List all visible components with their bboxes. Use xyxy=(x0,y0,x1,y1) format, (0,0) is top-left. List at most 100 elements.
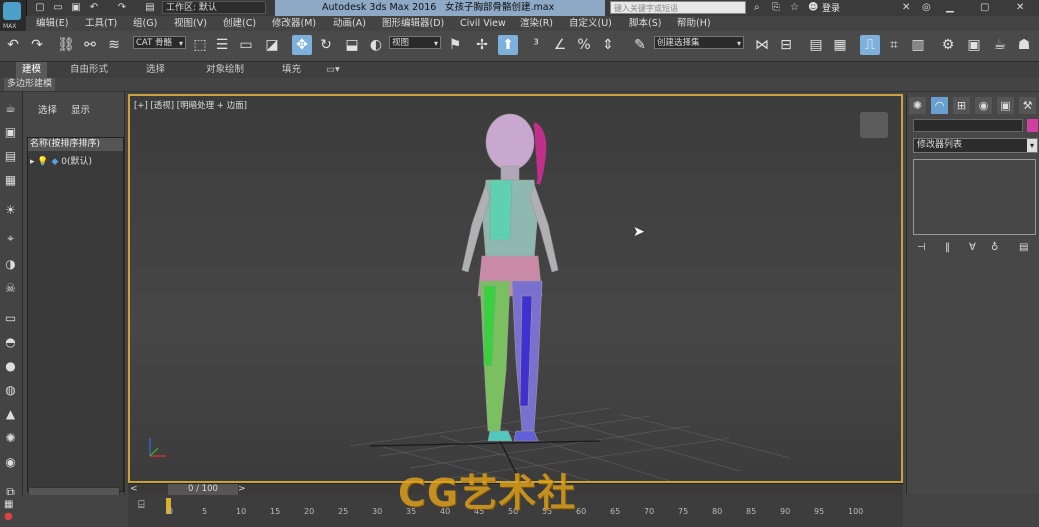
rectangular-selection-icon[interactable]: ▭ xyxy=(236,35,256,55)
select-by-name-icon[interactable]: ☰ xyxy=(212,35,232,55)
tab-selection[interactable]: 选择 xyxy=(140,62,171,78)
show-end-result-icon[interactable]: ‖ xyxy=(945,242,950,253)
disc-icon[interactable]: ◉ xyxy=(2,454,19,471)
ribbon-toggle-icon[interactable]: ▦ xyxy=(830,35,850,55)
record-icon[interactable]: ● xyxy=(4,511,13,522)
hierarchy-panel-icon[interactable]: ⊞ xyxy=(953,97,970,114)
redo-icon[interactable]: ↷ xyxy=(116,2,128,13)
grid-icon[interactable]: ▦ xyxy=(2,172,19,189)
render-production-icon[interactable]: ☕ xyxy=(990,35,1010,55)
helper-icon[interactable]: ◑ xyxy=(2,256,19,273)
pin-stack-icon[interactable]: ⊣ xyxy=(917,242,926,253)
light-icon[interactable]: ☀ xyxy=(2,202,19,219)
select-object-icon[interactable]: ⬚ xyxy=(190,35,210,55)
unlink-icon[interactable]: ⚯ xyxy=(80,35,100,55)
help-icon[interactable]: ◎ xyxy=(922,2,931,13)
box-icon[interactable]: ▭ xyxy=(2,310,19,327)
rendered-frame-window-icon[interactable]: ▣ xyxy=(964,35,984,55)
mirror-icon[interactable]: ⋈ xyxy=(752,35,772,55)
new-file-icon[interactable]: ▢ xyxy=(34,2,46,13)
tab-populate[interactable]: 填充 xyxy=(276,62,307,78)
redo-icon[interactable]: ↷ xyxy=(27,35,47,55)
menu-tools[interactable]: 工具(T) xyxy=(85,16,117,31)
motion-panel-icon[interactable]: ◉ xyxy=(975,97,992,114)
sphere-icon[interactable]: ● xyxy=(2,358,19,375)
menu-edit[interactable]: 编辑(E) xyxy=(36,16,68,31)
favorites-icon[interactable]: ☆ xyxy=(790,2,799,13)
shell-icon[interactable]: ◍ xyxy=(2,382,19,399)
reference-coordinate-dropdown[interactable]: 视图 xyxy=(389,36,441,50)
bone-icon[interactable]: ☠ xyxy=(2,280,19,297)
ribbon-options-icon[interactable]: ▭▾ xyxy=(320,62,346,78)
light-bulb-icon[interactable]: 💡 xyxy=(37,157,48,167)
select-place-icon[interactable]: ◐ xyxy=(366,35,386,55)
menu-group[interactable]: 组(G) xyxy=(133,16,157,31)
align-icon[interactable]: ⊟ xyxy=(776,35,796,55)
display-panel-icon[interactable]: ▣ xyxy=(997,97,1014,114)
menu-graph-editors[interactable]: 图形编辑器(D) xyxy=(382,16,444,31)
menu-rendering[interactable]: 渲染(R) xyxy=(520,16,553,31)
prev-frame-icon[interactable]: < xyxy=(130,484,138,494)
pivot-center-icon[interactable]: ⚑ xyxy=(445,35,465,55)
material-editor-icon[interactable]: ▥ xyxy=(908,35,928,55)
object-color-swatch[interactable] xyxy=(1027,119,1038,132)
menu-scripting[interactable]: 脚本(S) xyxy=(629,16,661,31)
select-scale-icon[interactable]: ⬓ xyxy=(342,35,362,55)
window-crossing-icon[interactable]: ◪ xyxy=(262,35,282,55)
link-icon[interactable]: ⛓ xyxy=(56,35,76,55)
perspective-viewport[interactable]: [+] [透视] [明暗处理 + 边面] xyxy=(128,94,903,483)
modify-panel-icon[interactable]: ◠ xyxy=(931,97,948,114)
menu-help[interactable]: 帮助(H) xyxy=(677,16,711,31)
maxscript-icon[interactable]: ▦ xyxy=(4,499,13,510)
angle-snap-icon[interactable]: ∠ xyxy=(550,35,570,55)
menu-customize[interactable]: 自定义(U) xyxy=(569,16,612,31)
subscription-icon[interactable]: ⎘ xyxy=(772,2,780,13)
select-move-icon[interactable]: ✥ xyxy=(292,35,312,55)
next-frame-icon[interactable]: > xyxy=(238,484,246,494)
camera-icon[interactable]: ⌖ xyxy=(2,230,19,247)
polygon-modeling-panel[interactable]: 多边形建模 xyxy=(4,78,56,91)
expand-arrow-icon[interactable]: ▸ xyxy=(30,157,35,167)
menu-create[interactable]: 创建(C) xyxy=(223,16,256,31)
render-iterative-icon[interactable]: ☗ xyxy=(1014,35,1034,55)
modifier-list-dropdown[interactable]: 修改器列表 ▾ xyxy=(913,138,1038,153)
explorer-tab-display[interactable]: 显示 xyxy=(71,102,90,116)
menu-views[interactable]: 视图(V) xyxy=(174,16,207,31)
create-panel-icon[interactable]: ✺ xyxy=(909,97,926,114)
utilities-panel-icon[interactable]: ⚒ xyxy=(1019,97,1036,114)
cone-icon[interactable]: ▲ xyxy=(2,406,19,423)
tab-freeform[interactable]: 自由形式 xyxy=(64,62,114,78)
layer-manager-icon[interactable]: ▤ xyxy=(806,35,826,55)
named-selection-dropdown[interactable]: 创建选择集 xyxy=(654,36,744,50)
keyboard-shortcut-override-icon[interactable]: ⬆ xyxy=(498,35,518,55)
layer-explorer-icon[interactable]: ▤ xyxy=(2,148,19,165)
chevron-down-icon[interactable]: ▾ xyxy=(1027,139,1037,152)
explorer-tree[interactable]: 名称(按排序排序) ▸ 💡 ◆ 0(默认) xyxy=(27,137,124,492)
schematic-view-icon[interactable]: ⌗ xyxy=(884,35,904,55)
undo-icon[interactable]: ↶ xyxy=(88,2,100,13)
layer-row[interactable]: ▸ 💡 ◆ 0(默认) xyxy=(30,154,92,167)
name-column-header[interactable]: 名称(按排序排序) xyxy=(28,138,123,151)
project-icon[interactable]: ▤ xyxy=(144,2,156,13)
teapot-icon[interactable]: ☕ xyxy=(2,100,19,117)
minimize-icon[interactable]: ▁ xyxy=(946,2,954,13)
selection-filter-dropdown[interactable]: CAT 骨骼 xyxy=(133,36,186,50)
save-icon[interactable]: ▣ xyxy=(70,2,82,13)
application-button[interactable]: MAX xyxy=(0,0,27,31)
scene-explorer-icon[interactable]: ▣ xyxy=(2,124,19,141)
binoculars-icon[interactable]: ⌕ xyxy=(754,2,760,13)
modifier-stack[interactable] xyxy=(913,159,1036,235)
render-setup-icon[interactable]: ⚙ xyxy=(938,35,958,55)
menu-civil-view[interactable]: Civil View xyxy=(460,16,506,31)
login-link[interactable]: 登录 xyxy=(822,1,840,14)
user-icon[interactable]: ☻ xyxy=(808,2,818,13)
tab-modeling[interactable]: 建模 xyxy=(16,62,48,78)
menu-animation[interactable]: 动画(A) xyxy=(333,16,366,31)
close-icon[interactable]: ✕ xyxy=(1016,2,1024,13)
explorer-tab-select[interactable]: 选择 xyxy=(38,102,57,116)
exchange-icon[interactable]: ✕ xyxy=(902,2,910,13)
search-input[interactable]: 键入关键字或短语 xyxy=(610,1,746,14)
remove-modifier-icon[interactable]: ♁ xyxy=(991,242,998,253)
open-file-icon[interactable]: ▭ xyxy=(52,2,64,13)
make-unique-icon[interactable]: ∀ xyxy=(969,242,976,253)
